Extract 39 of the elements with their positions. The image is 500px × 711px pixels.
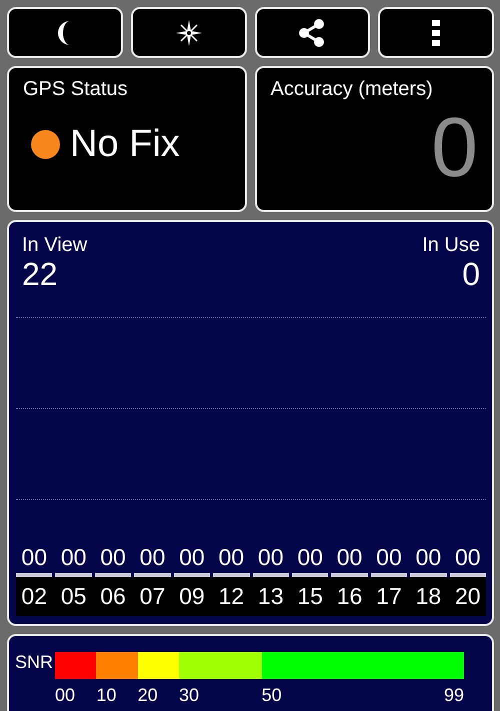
snr-value: 00 bbox=[454, 544, 482, 571]
snr-label: SNR bbox=[15, 652, 54, 674]
status-text: No Fix bbox=[70, 123, 180, 166]
snr-value: 00 bbox=[178, 544, 206, 571]
satellite-id: 06 bbox=[99, 583, 127, 610]
satellite-id: 13 bbox=[256, 583, 284, 610]
satellite-id: 20 bbox=[454, 583, 482, 610]
satellite-id: 05 bbox=[60, 583, 88, 610]
card-title: Accuracy (meters) bbox=[270, 78, 434, 101]
snr-value: 00 bbox=[60, 544, 88, 571]
snr-tick: 20 bbox=[138, 685, 158, 706]
snr-value: 00 bbox=[20, 544, 48, 571]
snr-value: 00 bbox=[99, 544, 127, 571]
in-view-count: 22 bbox=[22, 257, 58, 292]
card-title: GPS Status bbox=[23, 78, 128, 101]
snr-tick: 99 bbox=[444, 685, 464, 706]
satellite-id: 18 bbox=[414, 583, 442, 610]
in-use-label: In Use bbox=[422, 234, 480, 257]
snr-value: 00 bbox=[296, 544, 324, 571]
snr-tick: 50 bbox=[262, 685, 282, 706]
snr-value: 00 bbox=[217, 544, 246, 571]
satellite-id: 09 bbox=[178, 583, 206, 610]
snr-tick: 00 bbox=[55, 685, 76, 706]
satellite-id: 12 bbox=[217, 583, 246, 610]
in-view-label: In View bbox=[22, 234, 88, 257]
accuracy-value: 0 bbox=[431, 105, 478, 189]
satellite-id: 02 bbox=[20, 583, 48, 610]
satellite-id: 16 bbox=[336, 583, 364, 610]
snr-value: 00 bbox=[138, 544, 166, 571]
snr-value: 00 bbox=[256, 544, 284, 571]
satellite-id: 07 bbox=[138, 583, 166, 610]
snr-tick: 10 bbox=[96, 685, 116, 706]
in-use-count: 0 bbox=[462, 257, 480, 292]
snr-value: 00 bbox=[375, 544, 403, 571]
snr-value: 00 bbox=[336, 544, 364, 571]
snr-tick: 30 bbox=[178, 685, 199, 706]
satellite-id: 15 bbox=[296, 583, 324, 610]
snr-value: 00 bbox=[414, 544, 442, 571]
satellite-id: 17 bbox=[375, 583, 403, 610]
